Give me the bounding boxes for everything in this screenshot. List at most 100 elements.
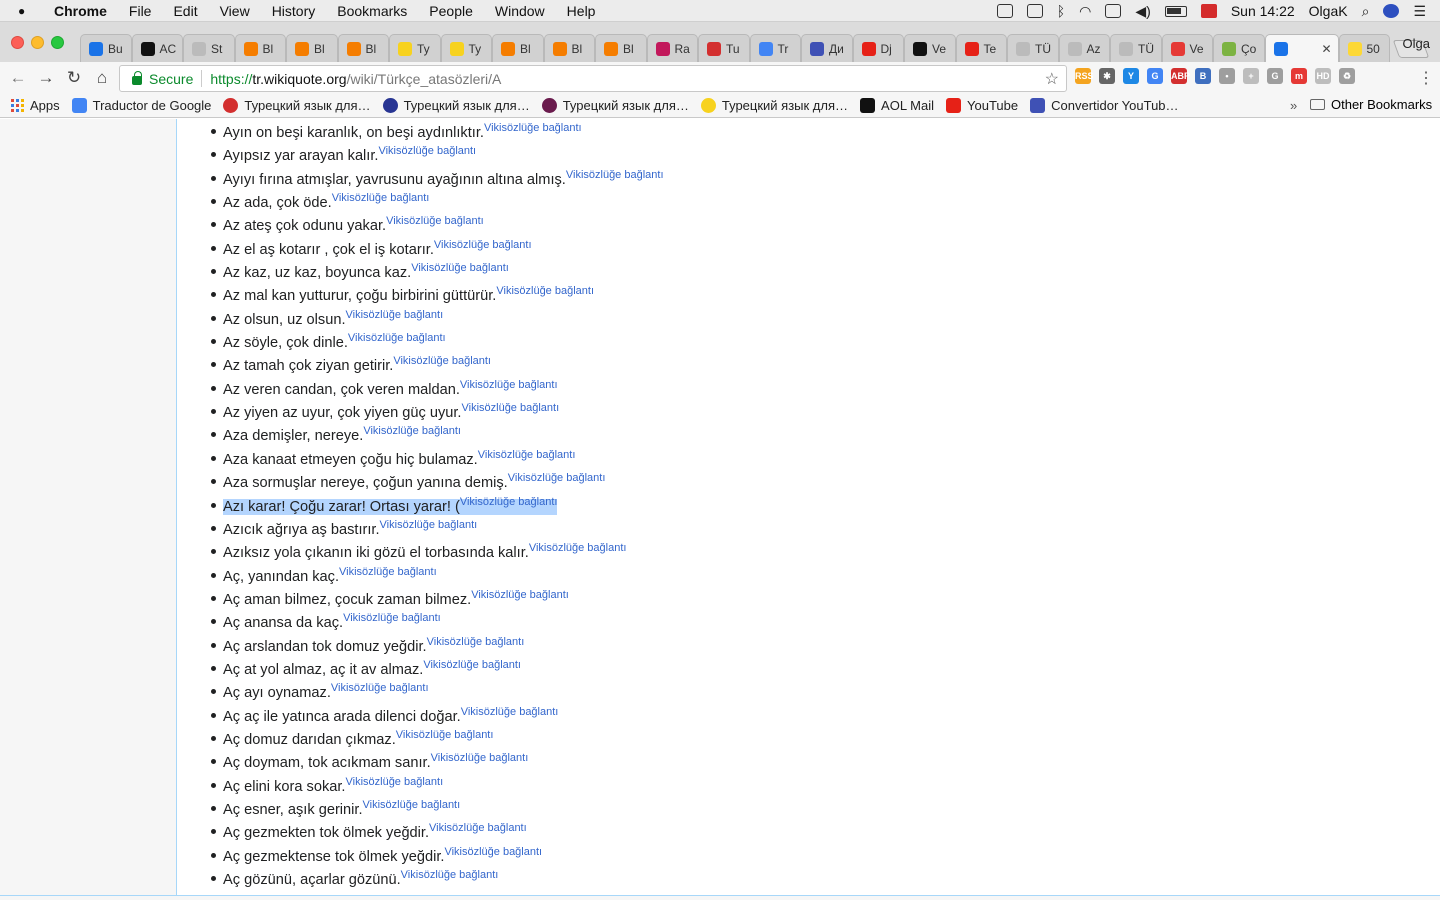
- display-icon[interactable]: [1026, 4, 1043, 18]
- vikisozluk-link[interactable]: Vikisözlüğe bağlantı: [529, 542, 627, 554]
- vikisozluk-link[interactable]: Vikisözlüğe bağlantı: [401, 869, 499, 881]
- menubar-user[interactable]: OlgaK: [1309, 3, 1348, 19]
- bookmark-item[interactable]: Convertidor YouTub…: [1030, 98, 1179, 113]
- tab[interactable]: Ty: [389, 34, 441, 62]
- wifi-icon[interactable]: ◠: [1079, 3, 1091, 20]
- vikisozluk-link[interactable]: Vikisözlüğe bağlantı: [393, 355, 491, 367]
- b-icon[interactable]: B: [1195, 68, 1211, 84]
- menu-help[interactable]: Help: [567, 3, 596, 19]
- vikisozluk-link[interactable]: Vikisözlüğe bağlantı: [460, 379, 558, 391]
- vikisozluk-link[interactable]: Vikisözlüğe bağlantı: [363, 799, 461, 811]
- tab[interactable]: Bl: [543, 34, 595, 62]
- vikisozluk-link[interactable]: Vikisözlüğe bağlantı: [461, 706, 559, 718]
- tab[interactable]: Bu: [80, 34, 132, 62]
- address-bar[interactable]: Secure https:// tr.wikiquote.org /wiki/T…: [119, 65, 1067, 92]
- tab[interactable]: 50: [1338, 34, 1390, 62]
- vikisozluk-link[interactable]: Vikisözlüğe bağlantı: [331, 682, 429, 694]
- siri-icon[interactable]: [1383, 4, 1400, 18]
- vikisozluk-link[interactable]: Vikisözlüğe bağlantı: [363, 425, 461, 437]
- vikisozluk-link[interactable]: Vikisözlüğe bağlantı: [343, 612, 441, 624]
- bookmark-item[interactable]: AOL Mail: [860, 98, 934, 113]
- vikisozluk-link[interactable]: Vikisözlüğe bağlantı: [508, 472, 606, 484]
- puzzle-icon[interactable]: +: [1243, 68, 1259, 84]
- vikisozluk-link[interactable]: Vikisözlüğe bağlantı: [378, 145, 476, 157]
- vikisozluk-link[interactable]: Vikisözlüğe bağlantı: [484, 122, 582, 134]
- forward-button[interactable]: →: [32, 68, 60, 88]
- lock-icon[interactable]: [132, 71, 142, 85]
- bookmarks-overflow-icon[interactable]: »: [1290, 98, 1297, 113]
- bookmark-item[interactable]: Турецкий язык для…: [700, 98, 848, 113]
- airplay-icon[interactable]: [1105, 4, 1122, 18]
- tab[interactable]: AC: [131, 34, 183, 62]
- tab[interactable]: Ve: [1161, 34, 1213, 62]
- profile-name[interactable]: Olga: [1403, 36, 1430, 51]
- tab-close-icon[interactable]: ✕: [1321, 42, 1331, 56]
- vikisozluk-link[interactable]: Vikisözlüğe bağlantı: [496, 285, 594, 297]
- menu-people[interactable]: People: [429, 3, 473, 19]
- menu-window[interactable]: Window: [495, 3, 545, 19]
- tab[interactable]: Bl: [286, 34, 338, 62]
- app-menu-chrome[interactable]: Chrome: [54, 3, 107, 19]
- reload-button[interactable]: ↻: [60, 68, 88, 88]
- home-button[interactable]: ⌂: [88, 68, 116, 88]
- tab[interactable]: Bl: [492, 34, 544, 62]
- vikisozluk-link[interactable]: Vikisözlüğe bağlantı: [478, 449, 576, 461]
- chrome-menu-icon[interactable]: ⋮: [1418, 68, 1434, 88]
- menu-history[interactable]: History: [272, 3, 316, 19]
- bookmark-item[interactable]: YouTube: [946, 98, 1018, 113]
- battery-icon[interactable]: [1164, 5, 1187, 17]
- menu-view[interactable]: View: [220, 3, 250, 19]
- tab-active[interactable]: ✕: [1264, 34, 1339, 62]
- other-bookmarks[interactable]: Other Bookmarks: [1310, 97, 1432, 112]
- bookmark-item[interactable]: Traductor de Google: [71, 98, 211, 113]
- hd-icon[interactable]: HD: [1315, 68, 1331, 84]
- input-source-flag-icon[interactable]: [1200, 4, 1217, 18]
- vikisozluk-link[interactable]: Vikisözlüğe bağlantı: [386, 215, 484, 227]
- spider-icon[interactable]: ✱: [1099, 68, 1115, 84]
- tab[interactable]: Te: [955, 34, 1007, 62]
- abp-icon[interactable]: ABP: [1171, 68, 1190, 84]
- vikisozluk-link[interactable]: Vikisözlüğe bağlantı: [411, 262, 509, 274]
- vikisozluk-link[interactable]: Vikisözlüğe bağlantı: [431, 752, 529, 764]
- vikisozluk-link[interactable]: Vikisözlüğe bağlantı: [566, 169, 664, 181]
- menu-edit[interactable]: Edit: [173, 3, 197, 19]
- vikisozluk-link[interactable]: Vikisözlüğe bağlantı: [460, 496, 558, 508]
- bookmark-item[interactable]: Apps: [11, 98, 60, 113]
- tab[interactable]: TÜ: [1110, 34, 1162, 62]
- teamviewer-icon[interactable]: [996, 4, 1013, 18]
- vikisozluk-link[interactable]: Vikisözlüğe bağlantı: [423, 659, 521, 671]
- tab[interactable]: TÜ: [1007, 34, 1059, 62]
- recycle-icon[interactable]: ♻: [1339, 68, 1355, 84]
- bookmark-item[interactable]: Турецкий язык для…: [223, 98, 371, 113]
- menu-file[interactable]: File: [129, 3, 152, 19]
- bookmark-item[interactable]: Турецкий язык для…: [382, 98, 530, 113]
- g-icon[interactable]: G: [1267, 68, 1283, 84]
- vikisozluk-link[interactable]: Vikisözlüğe bağlantı: [429, 822, 527, 834]
- vikisozluk-link[interactable]: Vikisözlüğe bağlantı: [434, 239, 532, 251]
- vikisozluk-link[interactable]: Vikisözlüğe bağlantı: [348, 332, 446, 344]
- window-minimize-button[interactable]: [31, 36, 44, 49]
- bluetooth-icon[interactable]: ᛒ: [1057, 3, 1065, 19]
- tab[interactable]: Tu: [698, 34, 750, 62]
- tab[interactable]: Tr: [749, 34, 801, 62]
- notification-center-icon[interactable]: ☰: [1413, 3, 1426, 20]
- bookmark-item[interactable]: Турецкий язык для…: [541, 98, 689, 113]
- tab[interactable]: Dj: [852, 34, 904, 62]
- tab[interactable]: Az: [1058, 34, 1110, 62]
- tab[interactable]: St: [183, 34, 235, 62]
- vikisozluk-link[interactable]: Vikisözlüğe bağlantı: [461, 402, 559, 414]
- bulb-icon[interactable]: •: [1219, 68, 1235, 84]
- window-close-button[interactable]: [11, 36, 24, 49]
- tab[interactable]: Bl: [595, 34, 647, 62]
- secure-label[interactable]: Secure: [149, 71, 193, 87]
- vikisozluk-link[interactable]: Vikisözlüğe bağlantı: [471, 589, 569, 601]
- vikisozluk-link[interactable]: Vikisözlüğe bağlantı: [345, 776, 443, 788]
- tab[interactable]: Ra: [646, 34, 698, 62]
- tab[interactable]: Bl: [234, 34, 286, 62]
- tab[interactable]: Ди: [801, 34, 853, 62]
- vikisozluk-link[interactable]: Vikisözlüğe bağlantı: [380, 519, 478, 531]
- back-button[interactable]: ←: [4, 68, 32, 88]
- apple-menu-icon[interactable]: ●: [18, 0, 38, 22]
- rss-icon[interactable]: RSS: [1075, 68, 1094, 84]
- window-zoom-button[interactable]: [51, 36, 64, 49]
